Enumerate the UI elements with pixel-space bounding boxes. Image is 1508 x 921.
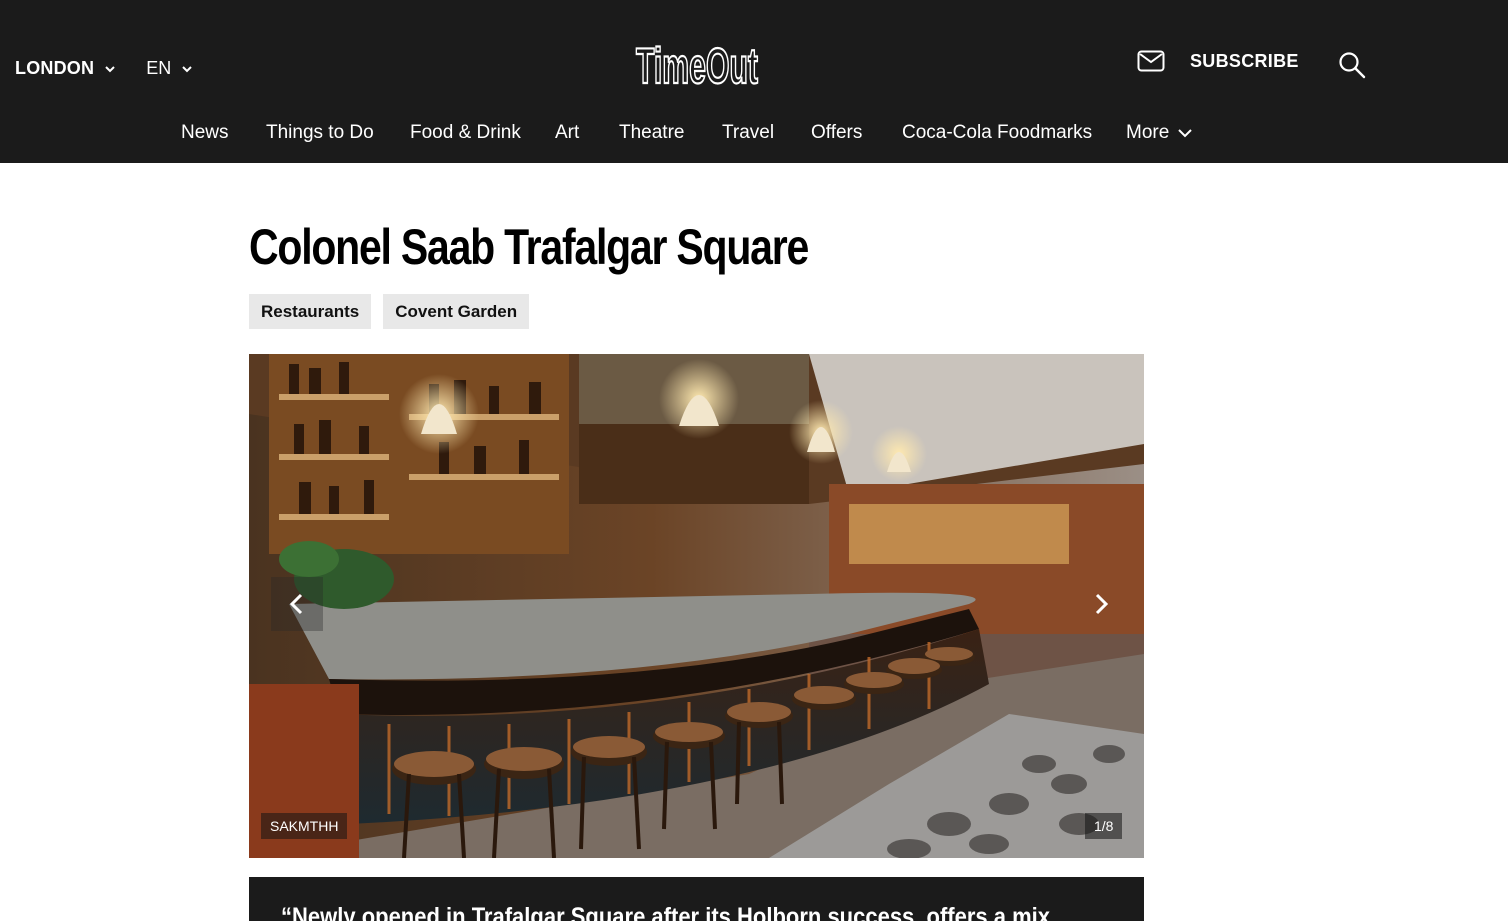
nav-item-label: News — [181, 122, 229, 143]
nav-item-more[interactable]: More — [1126, 122, 1193, 144]
tag-covent-garden[interactable]: Covent Garden — [383, 294, 530, 329]
nav-item-news[interactable]: News — [181, 122, 229, 144]
gallery-counter: 1/8 — [1085, 813, 1123, 839]
gallery-prev-button[interactable] — [271, 577, 323, 631]
nav-item-offers[interactable]: Offers — [811, 122, 862, 144]
nav-item-label: Art — [555, 122, 580, 143]
nav-item-label: Theatre — [619, 122, 685, 143]
review-quote: “Newly opened in Trafalgar Square after … — [249, 877, 1144, 921]
quote-text: “Newly opened in Trafalgar Square after … — [281, 903, 1051, 921]
search-icon[interactable] — [1338, 51, 1366, 79]
photo-credit: SAKMTHH — [261, 813, 348, 839]
nav-item-label: Things to Do — [266, 122, 374, 143]
tag-restaurants[interactable]: Restaurants — [249, 294, 372, 329]
language-label: EN — [146, 58, 172, 78]
city-label: LONDON — [15, 58, 95, 78]
chevron-down-icon — [105, 65, 115, 72]
nav-item-art[interactable]: Art — [555, 122, 579, 144]
page-title: Colonel Saab Trafalgar Square — [249, 219, 809, 275]
chevron-down-icon — [182, 65, 192, 72]
nav-item-food-drink[interactable]: Food & Drink — [410, 122, 521, 144]
nav-item-label: Offers — [811, 122, 863, 143]
language-selector[interactable]: EN — [146, 58, 193, 79]
nav-item-things-to-do[interactable]: Things to Do — [266, 122, 374, 144]
timeout-logo[interactable]: TimeOut — [634, 38, 760, 92]
gallery-photo — [249, 354, 1144, 858]
mail-icon — [1137, 50, 1165, 72]
nav-item-label: Coca-Cola Foodmarks — [902, 122, 1093, 143]
nav-item-travel[interactable]: Travel — [722, 122, 774, 144]
photo-gallery: SAKMTHH 1/8 — [249, 354, 1144, 858]
tag-list: Restaurants Covent Garden — [249, 294, 530, 329]
nav-item-label: Travel — [722, 122, 775, 143]
nav-item-coca-cola-foodmarks[interactable]: Coca-Cola Foodmarks — [902, 122, 1092, 144]
chevron-down-icon — [1178, 129, 1193, 138]
subscribe-label: SUBSCRIBE — [1190, 50, 1299, 71]
nav-item-label: Food & Drink — [410, 122, 521, 143]
nav-item-label: More — [1126, 122, 1170, 143]
main-nav: News Things to Do Food & Drink Art Theat… — [0, 122, 1508, 150]
locale-selectors: LONDON EN — [15, 58, 193, 79]
city-selector[interactable]: LONDON — [15, 58, 116, 79]
logo-text: TimeOut — [636, 38, 758, 92]
site-header: LONDON EN TimeOut SUBSCRIBE News Things … — [0, 0, 1508, 163]
chevron-right-icon — [1095, 593, 1109, 615]
subscribe-button[interactable]: SUBSCRIBE — [1137, 50, 1299, 72]
chevron-left-icon — [289, 593, 303, 615]
nav-item-theatre[interactable]: Theatre — [619, 122, 684, 144]
gallery-next-button[interactable] — [1075, 577, 1127, 631]
